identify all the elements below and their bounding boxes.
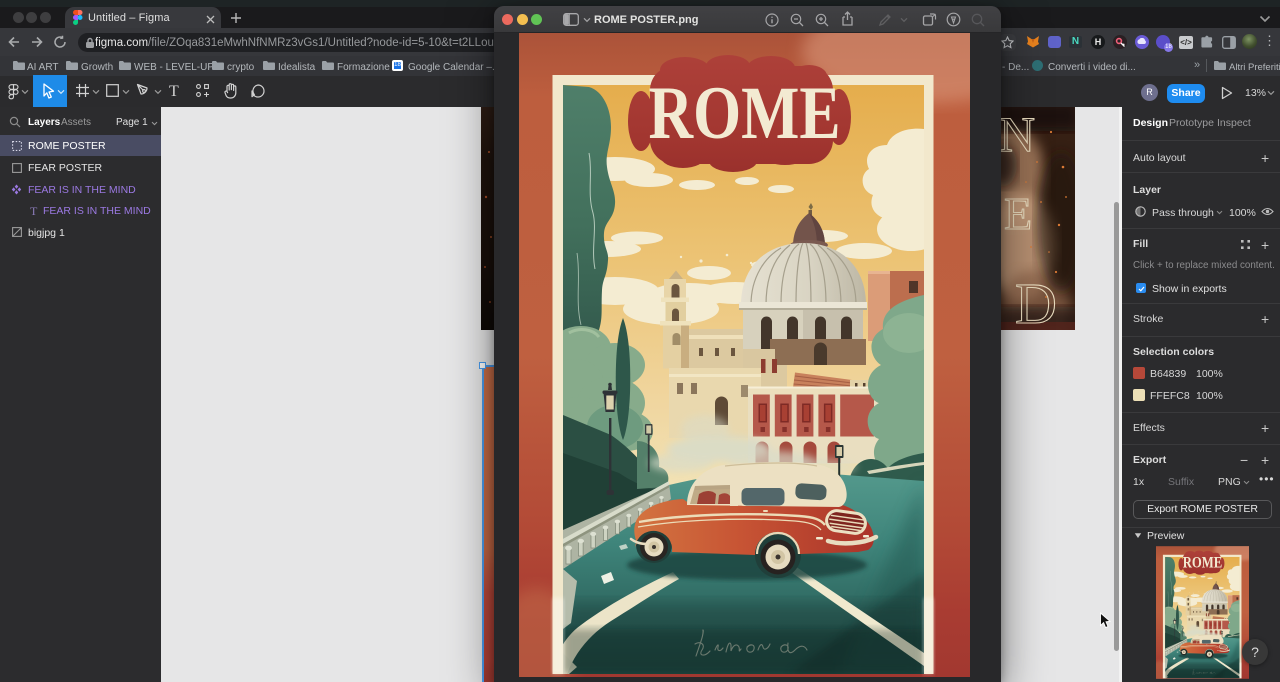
svg-text:D: D [1015, 271, 1057, 330]
svg-text:N: N [1001, 107, 1035, 162]
svg-text:E: E [1004, 188, 1032, 239]
